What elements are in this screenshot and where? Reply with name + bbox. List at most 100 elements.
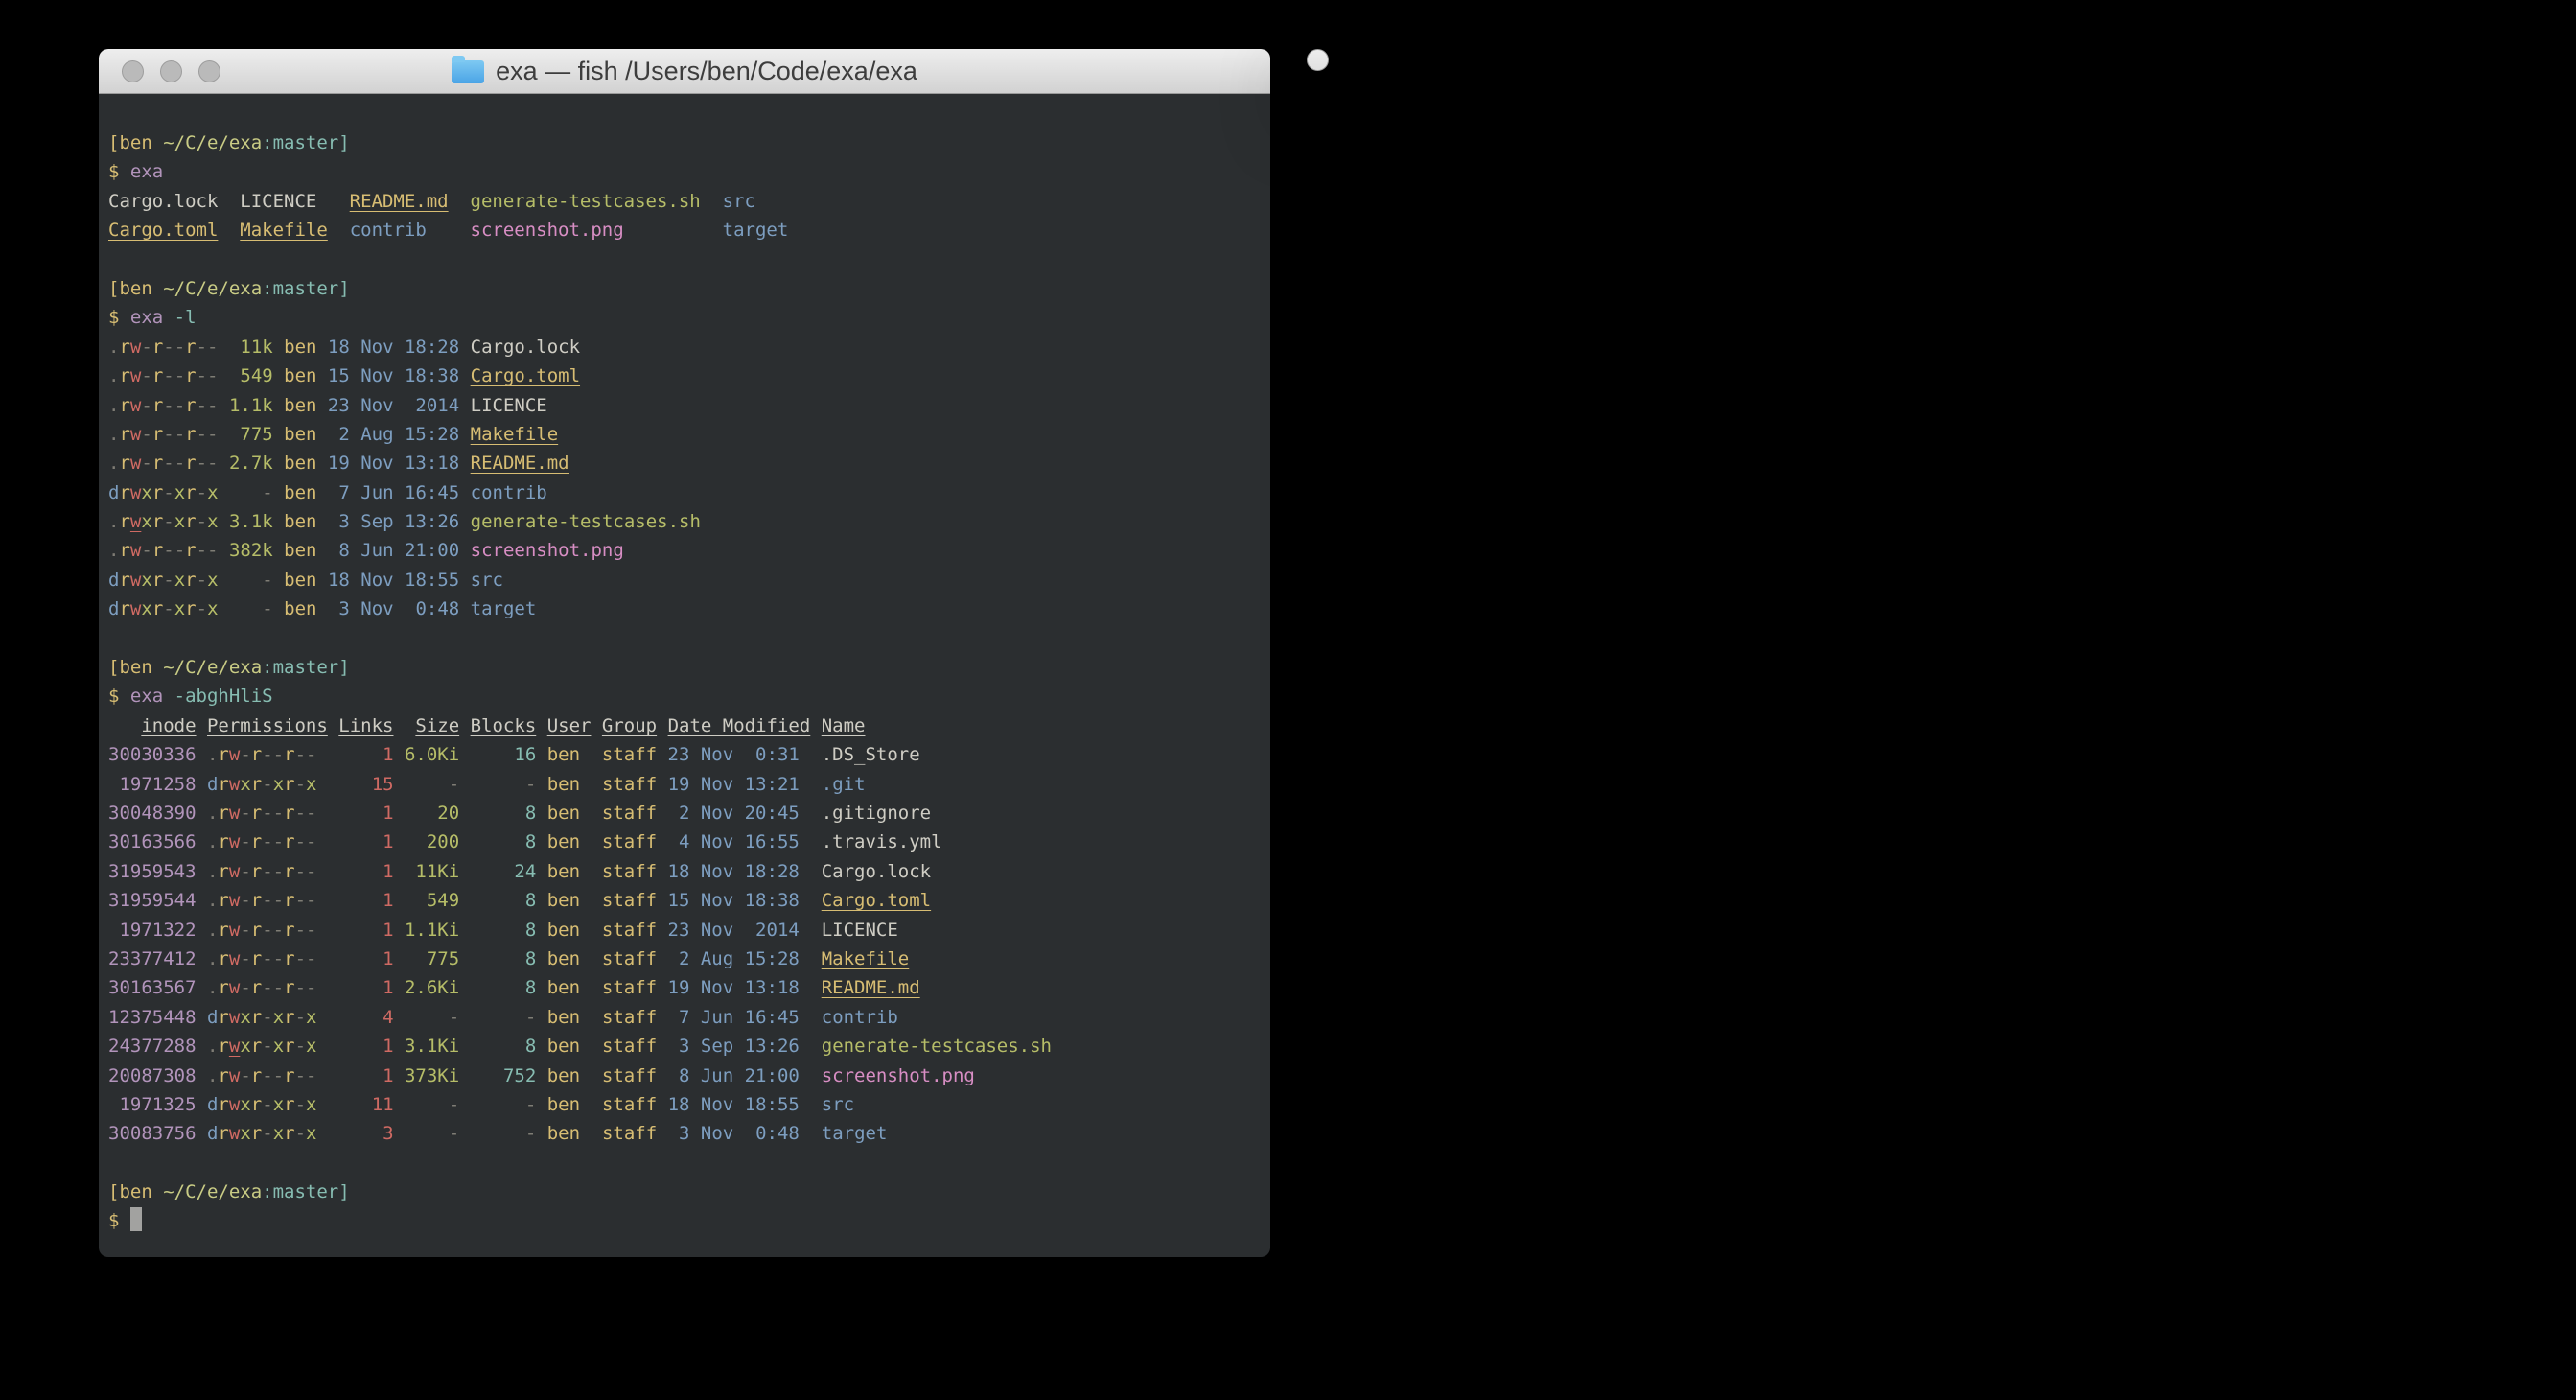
terminal-line: 30048390 .rw-r--r-- 1 20 8 ben staff 2 N… — [108, 799, 1265, 828]
text-segment: $ — [108, 161, 130, 182]
text-segment: r — [119, 598, 129, 619]
titlebar[interactable]: exa — fish /Users/ben/Code/exa/exa — [99, 49, 1270, 94]
text-segment: -- — [262, 948, 284, 969]
text-segment: r — [251, 1007, 262, 1028]
text-segment: staff — [580, 1007, 657, 1028]
text-segment — [800, 1094, 822, 1115]
text-segment — [197, 1065, 207, 1086]
text-segment — [163, 307, 174, 328]
terminal-line: .rw-r--r-- 382k ben 8 Jun 21:00 screensh… — [108, 536, 1265, 565]
text-segment: staff — [580, 744, 657, 765]
text-segment: d — [108, 482, 119, 503]
text-segment: r — [185, 365, 196, 386]
titlebar[interactable]: exa — fish /Users/ben/Code/exa/exa — [1308, 50, 1328, 71]
text-segment: ben — [536, 1007, 580, 1028]
text-segment: screenshot.png — [471, 220, 624, 241]
text-segment — [197, 715, 207, 736]
text-segment: w — [229, 831, 240, 852]
text-segment: r — [251, 803, 262, 824]
text-segment: 1971322 — [108, 920, 197, 941]
text-segment: 8 — [459, 920, 536, 941]
minimize-button[interactable] — [160, 60, 182, 82]
text-segment: . — [108, 453, 119, 474]
text-segment: r — [119, 570, 129, 591]
text-segment: ben — [273, 511, 317, 532]
text-segment: w — [229, 1036, 240, 1057]
text-segment: $ — [108, 1210, 130, 1231]
text-segment: x — [141, 570, 151, 591]
text-segment: [ben — [108, 132, 163, 153]
text-segment: w — [229, 890, 240, 911]
text-segment — [197, 1123, 207, 1144]
text-segment: -- — [262, 890, 284, 911]
text-segment: staff — [580, 1065, 657, 1086]
text-segment: src — [822, 1094, 854, 1115]
text-segment: w — [229, 803, 240, 824]
text-segment: -- — [262, 977, 284, 998]
text-segment: 1 — [317, 1036, 394, 1057]
text-segment: r — [284, 977, 294, 998]
terminal-content[interactable]: [ben ~/C/e/exa:master]$ exaCargo.lock LI… — [99, 94, 1270, 1257]
text-segment: -- — [295, 920, 317, 941]
terminal-line: drwxr-xr-x - ben 18 Nov 18:55 src — [108, 566, 1265, 595]
text-segment: staff — [580, 861, 657, 882]
text-segment: 1.1k — [219, 395, 273, 416]
text-segment: - — [459, 1094, 536, 1115]
terminal-line: 30163567 .rw-r--r-- 1 2.6Ki 8 ben staff … — [108, 973, 1265, 1002]
text-segment — [800, 1065, 822, 1086]
text-segment — [197, 774, 207, 795]
text-segment: w — [229, 1007, 240, 1028]
text-segment — [459, 511, 470, 532]
text-segment: 19 Nov 13:18 — [316, 453, 459, 474]
text-segment: $ — [108, 307, 130, 328]
text-segment: ben — [536, 861, 580, 882]
text-segment: w — [229, 861, 240, 882]
zoom-button[interactable] — [198, 60, 220, 82]
text-segment: x — [273, 1094, 284, 1115]
text-segment: ~/C/e/exa — [163, 132, 262, 153]
text-segment: 24 — [459, 861, 536, 882]
text-segment: r — [152, 570, 163, 591]
text-segment: . — [207, 861, 218, 882]
text-segment: - — [219, 570, 273, 591]
text-segment: - — [262, 1007, 272, 1028]
text-segment: d — [207, 1094, 218, 1115]
text-segment: 3 Sep 13:26 — [317, 511, 460, 532]
text-segment: -- — [163, 540, 185, 561]
text-segment: -- — [163, 365, 185, 386]
terminal-line: [ben ~/C/e/exa:master] — [108, 653, 1265, 682]
text-segment: r — [218, 861, 228, 882]
text-segment — [810, 715, 821, 736]
text-segment: :master] — [262, 657, 350, 678]
text-segment — [459, 424, 470, 445]
text-segment: 11Ki — [394, 861, 460, 882]
text-segment: x — [306, 774, 316, 795]
text-segment — [459, 482, 470, 503]
text-segment: Makefile — [822, 948, 910, 969]
text-segment: w — [130, 337, 141, 358]
text-segment: - — [295, 1007, 306, 1028]
text-segment: Cargo.toml — [822, 890, 931, 911]
text-segment: generate-testcases.sh — [471, 511, 701, 532]
text-segment: exa — [130, 161, 163, 182]
close-button[interactable] — [122, 60, 144, 82]
text-segment: r — [185, 424, 196, 445]
text-segment: ~/C/e/exa — [163, 657, 262, 678]
text-segment: LICENCE — [800, 920, 898, 941]
text-segment: . — [207, 977, 218, 998]
text-segment: x — [306, 1094, 316, 1115]
text-segment: -- — [295, 1065, 317, 1086]
text-segment: 1 — [316, 948, 393, 969]
text-segment: x — [273, 1036, 284, 1057]
text-segment: :master] — [262, 278, 350, 299]
text-segment: r — [218, 1065, 228, 1086]
text-segment: -- — [262, 803, 284, 824]
text-segment: r — [251, 744, 262, 765]
text-segment: . — [207, 920, 218, 941]
text-segment: 30163566 — [108, 831, 197, 852]
text-segment: . — [207, 948, 218, 969]
text-segment: -- — [197, 365, 219, 386]
text-segment: :master] — [262, 1181, 350, 1202]
text-segment: w — [130, 482, 141, 503]
text-segment: 8 — [459, 1036, 536, 1057]
